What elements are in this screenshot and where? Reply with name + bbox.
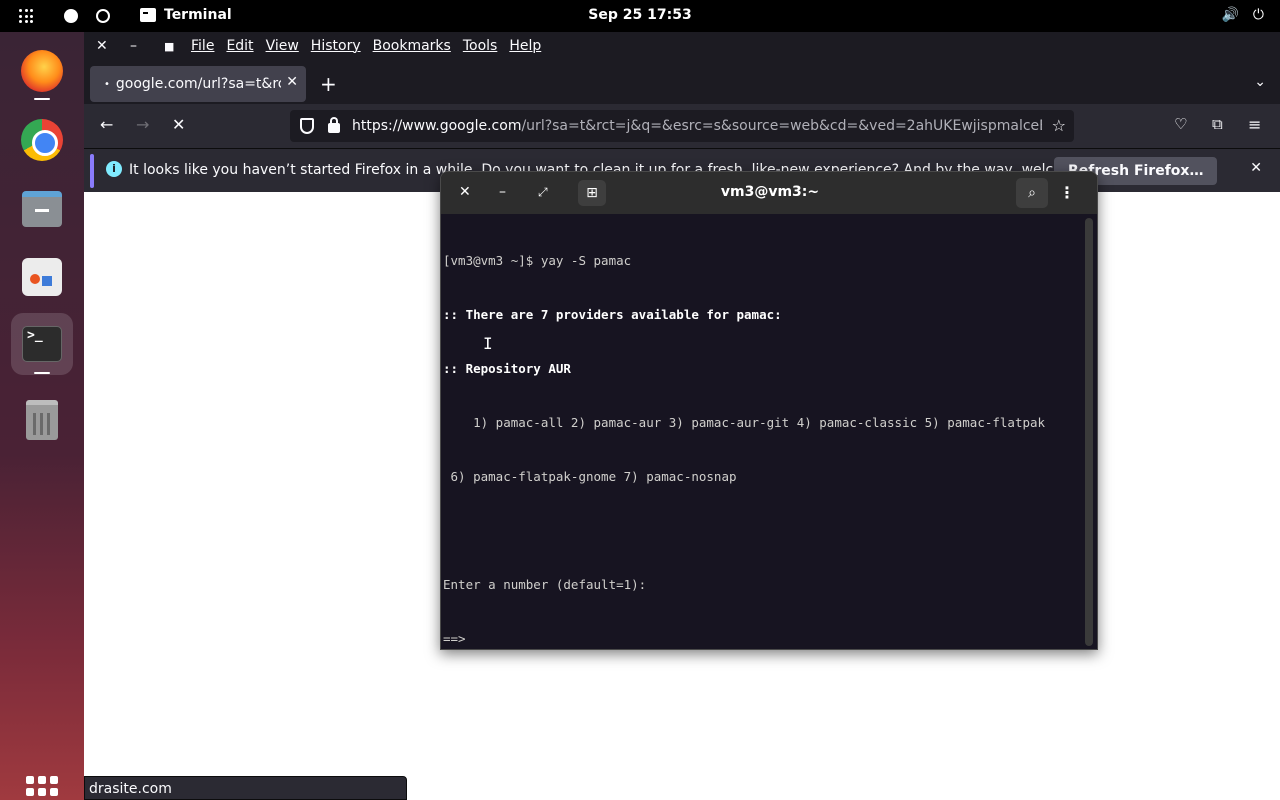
close-window-icon[interactable]: ✕ xyxy=(96,38,108,54)
url-text[interactable]: https://www.google.com/url?sa=t&rct=j&q=… xyxy=(352,118,1042,134)
menu-view[interactable]: View xyxy=(266,38,299,54)
url-path: /url?sa=t&rct=j&q=&esrc=s&source=web&cd=… xyxy=(521,118,1042,134)
chrome-icon xyxy=(21,119,63,161)
menu-history[interactable]: History xyxy=(311,38,361,54)
browser-tab[interactable]: • google.com/url?sa=t&rct= ✕ xyxy=(90,66,306,102)
dock-trash[interactable] xyxy=(11,389,73,451)
url-host: https://www.google.com xyxy=(352,118,522,134)
power-icon[interactable]: ⏻ xyxy=(1253,7,1264,23)
terminal-output[interactable]: [vm3@vm3 ~]$ yay -S pamac :: There are 7… xyxy=(443,216,1083,649)
tracking-protection-icon[interactable] xyxy=(300,118,314,134)
notification-accent-bar xyxy=(90,154,94,188)
kebab-menu-icon[interactable]: ⋮ xyxy=(1059,183,1075,202)
trash-icon xyxy=(26,400,58,440)
lock-icon[interactable] xyxy=(328,117,340,133)
maximize-window-icon[interactable]: ■ xyxy=(164,40,174,53)
stop-loading-icon[interactable]: ✕ xyxy=(172,115,185,134)
tab-bar: • google.com/url?sa=t&rct= ✕ + ⌄ xyxy=(84,62,1280,104)
close-tab-icon[interactable]: ✕ xyxy=(286,74,298,90)
running-indicator xyxy=(34,372,50,374)
list-tabs-chevron-icon[interactable]: ⌄ xyxy=(1254,74,1266,90)
minimize-window-icon[interactable]: – xyxy=(130,38,137,54)
link-status-bar: drasite.com xyxy=(84,776,407,800)
info-icon: i xyxy=(106,161,122,177)
hamburger-menu-icon[interactable]: ≡ xyxy=(1248,115,1261,134)
dock-app-center[interactable] xyxy=(11,246,73,308)
workspace-indicator-active[interactable] xyxy=(64,9,78,23)
new-tab-icon[interactable]: ⊞ xyxy=(578,180,606,206)
terminal-icon xyxy=(140,8,156,22)
firefox-menubar: ✕ – ■ File Edit View History Bookmarks T… xyxy=(84,32,1280,62)
terminal-window[interactable]: ✕ – ⤢ ⊞ vm3@vm3:~ ⌕ ⋮ [vm3@vm3 ~]$ yay -… xyxy=(440,171,1098,650)
loading-dot-icon: • xyxy=(104,78,110,90)
menu-file[interactable]: File xyxy=(191,38,214,54)
running-indicator xyxy=(34,98,50,100)
extensions-icon[interactable]: ⧉ xyxy=(1212,115,1223,133)
firefox-icon xyxy=(21,50,63,92)
new-tab-button[interactable]: + xyxy=(320,72,337,96)
close-notification-icon[interactable]: ✕ xyxy=(1250,160,1262,176)
workspace-indicator[interactable] xyxy=(96,9,110,23)
address-bar[interactable]: https://www.google.com/url?sa=t&rct=j&q=… xyxy=(290,110,1074,142)
terminal-prompt-line: ==> xyxy=(443,631,466,646)
menu-edit[interactable]: Edit xyxy=(226,38,253,54)
files-icon xyxy=(22,191,62,227)
dock: >_ xyxy=(0,32,84,800)
maximize-terminal-icon[interactable]: ⤢ xyxy=(538,185,548,200)
dock-firefox[interactable] xyxy=(11,40,73,102)
system-tray[interactable]: 🔊 ⏻ xyxy=(1221,7,1264,23)
tab-title: google.com/url?sa=t&rct= xyxy=(115,76,281,92)
menu-bookmarks[interactable]: Bookmarks xyxy=(373,38,451,54)
top-bar: Terminal Sep 25 17:53 🔊 ⏻ xyxy=(0,0,1280,32)
show-apps-icon[interactable] xyxy=(26,776,58,800)
menu-tools[interactable]: Tools xyxy=(463,38,498,54)
speaker-icon[interactable]: 🔊 xyxy=(1221,7,1238,23)
back-icon[interactable]: ← xyxy=(100,115,113,134)
terminal-scrollbar[interactable] xyxy=(1085,218,1093,646)
terminal-line: :: Repository AUR xyxy=(443,361,571,376)
terminal-icon: >_ xyxy=(22,326,62,362)
terminal-line: [vm3@vm3 ~]$ yay -S pamac xyxy=(443,253,632,268)
terminal-line: 1) pamac-all 2) pamac-aur 3) pamac-aur-g… xyxy=(443,415,1046,430)
menu-help[interactable]: Help xyxy=(509,38,541,54)
close-terminal-icon[interactable]: ✕ xyxy=(459,184,471,200)
terminal-line: :: There are 7 providers available for p… xyxy=(443,307,782,322)
text-cursor-icon: I xyxy=(483,334,493,353)
terminal-headerbar: ✕ – ⤢ ⊞ vm3@vm3:~ ⌕ ⋮ xyxy=(441,172,1097,214)
terminal-line: 6) pamac-flatpak-gnome 7) pamac-nosnap xyxy=(443,469,737,484)
minimize-terminal-icon[interactable]: – xyxy=(499,184,506,200)
dock-files[interactable] xyxy=(11,178,73,240)
focused-app-menu[interactable]: Terminal xyxy=(140,7,232,23)
dock-terminal[interactable]: >_ xyxy=(11,313,73,375)
app-center-icon xyxy=(22,258,62,296)
forward-icon[interactable]: → xyxy=(136,115,149,134)
navigation-toolbar: ← → ✕ https://www.google.com/url?sa=t&rc… xyxy=(84,104,1280,148)
bookmark-star-icon[interactable]: ☆ xyxy=(1052,116,1066,135)
search-icon[interactable]: ⌕ xyxy=(1016,178,1048,208)
dock-chrome[interactable] xyxy=(11,109,73,171)
menu-list: File Edit View History Bookmarks Tools H… xyxy=(191,38,541,54)
focused-app-name: Terminal xyxy=(164,7,232,23)
pocket-icon[interactable]: ♡ xyxy=(1174,115,1187,133)
terminal-line: Enter a number (default=1): xyxy=(443,577,647,592)
activities-grid-icon[interactable] xyxy=(19,9,33,23)
